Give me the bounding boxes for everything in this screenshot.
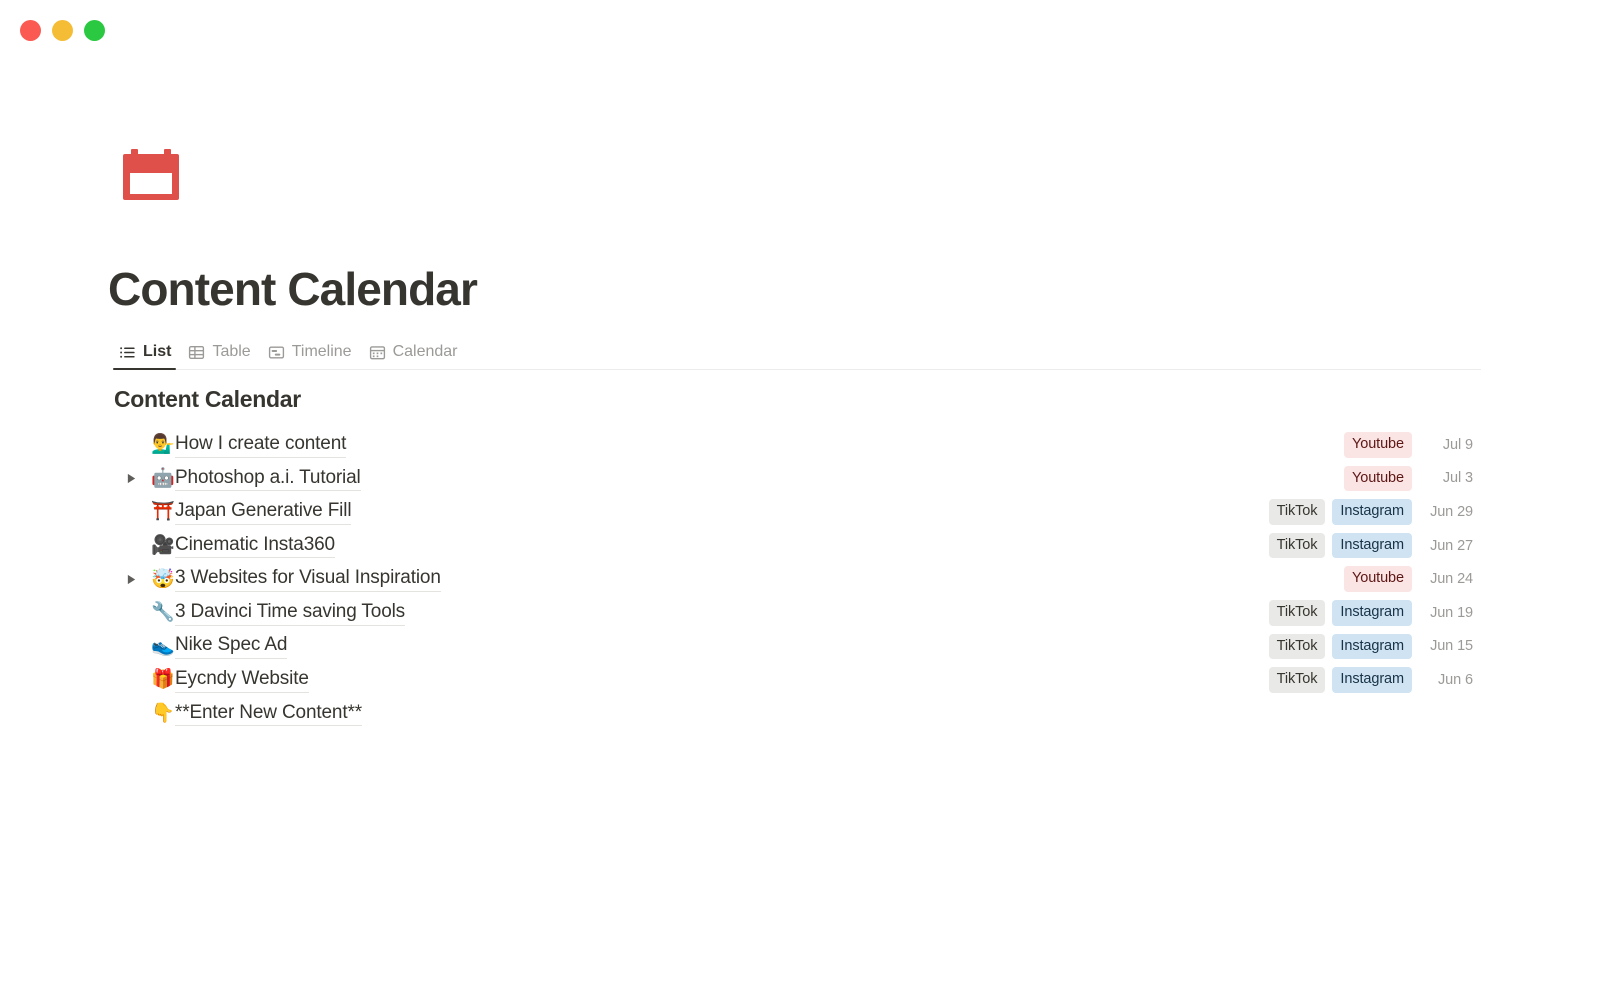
list-item-meta: TikTok Instagram Jun 29 xyxy=(1268,499,1473,525)
tabs-divider xyxy=(113,369,1481,370)
list-item-date[interactable]: Jun 24 xyxy=(1419,571,1473,587)
list-item-title[interactable]: Japan Generative Fill xyxy=(175,499,352,525)
list-item[interactable]: 🎁 Eycndy Website TikTok Instagram Jun 6 xyxy=(113,663,1481,697)
list-item-meta: TikTok Instagram Jun 6 xyxy=(1268,667,1473,693)
tag-tiktok[interactable]: TikTok xyxy=(1268,499,1326,525)
content-list: 💁‍♂️ How I create content Youtube Jul 9 🤖 Pho… xyxy=(113,428,1481,730)
list-icon xyxy=(119,344,136,361)
torii-gate-emoji: ⛩️ xyxy=(151,500,175,523)
list-item-title[interactable]: Photoshop a.i. Tutorial xyxy=(175,466,361,492)
list-item[interactable]: 🔧 3 Davinci Time saving Tools TikTok Instag… xyxy=(113,596,1481,630)
tab-calendar-label: Calendar xyxy=(392,343,458,360)
tab-timeline[interactable]: Timeline xyxy=(262,336,363,368)
expand-toggle-icon[interactable] xyxy=(123,571,139,587)
tag-youtube[interactable]: Youtube xyxy=(1344,465,1412,492)
list-item-date[interactable]: Jul 9 xyxy=(1419,437,1473,453)
tag-tiktok[interactable]: TikTok xyxy=(1268,667,1326,693)
tab-list-label: List xyxy=(143,343,172,360)
section-title: Content Calendar xyxy=(114,386,301,412)
expand-toggle-icon[interactable] xyxy=(123,470,139,486)
tab-calendar[interactable]: Calendar xyxy=(363,336,469,368)
table-icon xyxy=(188,344,205,361)
tab-table-label: Table xyxy=(212,343,251,360)
tag-tiktok[interactable]: TikTok xyxy=(1268,532,1326,559)
tag-youtube[interactable]: Youtube xyxy=(1344,432,1412,458)
list-item-meta: TikTok Instagram Jun 15 xyxy=(1268,633,1473,660)
list-item-title[interactable]: Nike Spec Ad xyxy=(175,633,287,660)
list-item-date[interactable]: Jun 6 xyxy=(1419,672,1473,688)
movie-camera-emoji: 🎥 xyxy=(151,534,175,557)
list-item[interactable]: 🎥 Cinematic Insta360 TikTok Instagram Jun 27 xyxy=(113,529,1481,563)
tag-youtube[interactable]: Youtube xyxy=(1344,566,1412,592)
page-title: Content Calendar xyxy=(108,263,478,315)
tab-timeline-label: Timeline xyxy=(291,343,352,360)
view-tab-bar: List Table Timeline Calendar xyxy=(113,336,469,368)
wrench-emoji: 🔧 xyxy=(151,601,175,624)
list-item-date[interactable]: Jun 27 xyxy=(1419,538,1473,554)
notion-page: Content Calendar List Table Timeline Cal… xyxy=(0,0,1600,1000)
list-item-title[interactable]: 3 Davinci Time saving Tools xyxy=(175,600,405,626)
timeline-icon xyxy=(268,344,285,361)
tag-instagram[interactable]: Instagram xyxy=(1332,499,1412,525)
list-item-date[interactable]: Jun 29 xyxy=(1419,504,1473,520)
tag-instagram[interactable]: Instagram xyxy=(1332,667,1412,693)
person-tipping-hand-emoji: 💁‍♂️ xyxy=(151,433,175,456)
tag-instagram[interactable]: Instagram xyxy=(1332,600,1412,626)
active-tab-indicator xyxy=(113,368,176,370)
exploding-head-emoji: 🤯 xyxy=(151,567,175,590)
tag-instagram[interactable]: Instagram xyxy=(1332,633,1412,660)
gift-emoji: 🎁 xyxy=(151,668,175,691)
list-item-title[interactable]: Eycndy Website xyxy=(175,667,309,693)
list-item-title[interactable]: Cinematic Insta360 xyxy=(175,533,335,559)
tag-tiktok[interactable]: TikTok xyxy=(1268,600,1326,626)
tag-tiktok[interactable]: TikTok xyxy=(1268,633,1326,660)
list-item-meta: TikTok Instagram Jun 27 xyxy=(1268,532,1473,559)
list-item-title[interactable]: How I create content xyxy=(175,432,346,458)
calendar-icon[interactable] xyxy=(119,145,183,209)
list-item[interactable]: 👟 Nike Spec Ad TikTok Instagram Jun 15 xyxy=(113,630,1481,664)
list-item[interactable]: ⛩️ Japan Generative Fill TikTok Instagram Ju… xyxy=(113,495,1481,529)
list-item-meta: TikTok Instagram Jun 19 xyxy=(1268,600,1473,626)
running-shoe-emoji: 👟 xyxy=(151,634,175,657)
list-item[interactable]: 👇 **Enter New Content** xyxy=(113,697,1481,731)
tab-list[interactable]: List xyxy=(113,336,182,368)
tag-instagram[interactable]: Instagram xyxy=(1332,532,1412,559)
list-item-date[interactable]: Jun 19 xyxy=(1419,605,1473,621)
list-item-meta: Youtube Jul 9 xyxy=(1344,432,1473,458)
list-item[interactable]: 🤯 3 Websites for Visual Inspiration Youtub… xyxy=(113,562,1481,596)
list-item-date[interactable]: Jul 3 xyxy=(1419,470,1473,486)
list-item-title[interactable]: **Enter New Content** xyxy=(175,701,362,727)
list-item-meta: Youtube Jun 24 xyxy=(1344,566,1473,592)
list-item[interactable]: 💁‍♂️ How I create content Youtube Jul 9 xyxy=(113,428,1481,462)
list-item-title[interactable]: 3 Websites for Visual Inspiration xyxy=(175,566,441,593)
robot-emoji: 🤖 xyxy=(151,466,175,489)
tab-table[interactable]: Table xyxy=(182,336,261,368)
list-item-date[interactable]: Jun 15 xyxy=(1419,638,1473,654)
calendar-view-icon xyxy=(369,344,386,361)
list-item[interactable]: 🤖 Photoshop a.i. Tutorial Youtube Jul 3 xyxy=(113,462,1481,496)
backhand-index-pointing-down-emoji: 👇 xyxy=(151,702,175,725)
list-item-meta: Youtube Jul 3 xyxy=(1344,465,1473,492)
